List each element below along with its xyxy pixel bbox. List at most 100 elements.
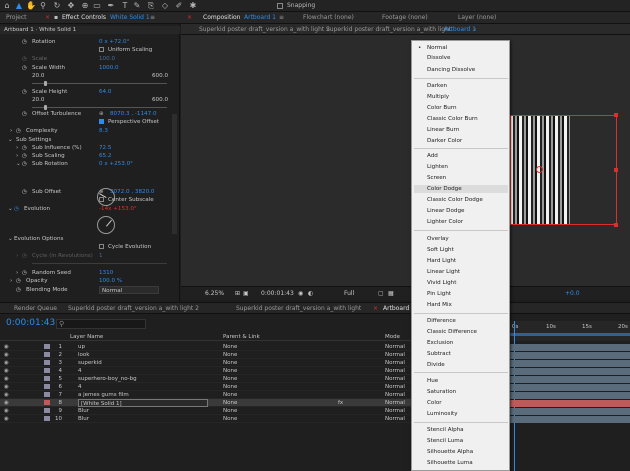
- exposure-value[interactable]: +0.0: [565, 290, 580, 297]
- parent-select[interactable]: None: [223, 391, 237, 399]
- parent-select[interactable]: None: [223, 415, 237, 423]
- menu-item-linear-dodge[interactable]: Linear Dodge: [427, 207, 464, 215]
- eraser-tool-icon[interactable]: ◇: [160, 1, 170, 11]
- comp-tab-1[interactable]: Superkid poster draft_version a_with lig…: [199, 26, 330, 33]
- layer-duration-bar[interactable]: [510, 360, 630, 367]
- parent-select[interactable]: None: [223, 407, 237, 415]
- menu-item-linear-burn[interactable]: Linear Burn: [427, 126, 459, 134]
- visibility-eye-icon[interactable]: ◉: [4, 375, 9, 383]
- crosshair-icon[interactable]: ⊕: [99, 188, 104, 196]
- safe-zone-icon[interactable]: ▣: [243, 290, 249, 297]
- menu-item-classic-color-burn[interactable]: Classic Color Burn: [427, 115, 478, 123]
- layer-name-edit[interactable]: [White Solid 1]: [78, 399, 208, 407]
- center-subscale-checkbox[interactable]: [99, 197, 104, 202]
- menu-item-lighter-color[interactable]: Lighter Color: [427, 218, 463, 226]
- menu-item-divide[interactable]: Divide: [427, 361, 445, 369]
- scale-width-slider-knob[interactable]: [44, 81, 47, 86]
- cycle-evolution-checkbox[interactable]: [99, 244, 104, 249]
- scrollbar[interactable]: [172, 114, 177, 234]
- visibility-eye-icon[interactable]: ◉: [4, 407, 9, 415]
- rotation-value[interactable]: 0 x +72.0°: [99, 38, 129, 46]
- col-mode[interactable]: Mode: [385, 333, 400, 341]
- parent-select[interactable]: None: [223, 383, 237, 391]
- visibility-eye-icon[interactable]: ◉: [4, 391, 9, 399]
- layer-duration-bar[interactable]: [510, 368, 630, 375]
- layer-name[interactable]: 4: [78, 383, 82, 391]
- menu-item-classic-difference[interactable]: Classic Difference: [427, 328, 477, 336]
- visibility-eye-icon[interactable]: ◉: [4, 415, 9, 423]
- collapse-arrow-icon[interactable]: ⌄: [8, 136, 13, 144]
- menu-item-silhouette-luma[interactable]: Silhouette Luma: [427, 459, 473, 467]
- resolution-select[interactable]: Full: [344, 290, 354, 297]
- col-parent[interactable]: Parent & Link: [223, 333, 260, 341]
- orbit-tool-icon[interactable]: ↻: [52, 1, 62, 11]
- offset-turbulence-value[interactable]: 8070.3 , -1147.0: [110, 110, 157, 118]
- layer-duration-bar[interactable]: [510, 352, 630, 359]
- layer-duration-bar[interactable]: [510, 376, 630, 383]
- menu-item-normal[interactable]: Normal: [418, 44, 447, 52]
- label-color-swatch[interactable]: [44, 400, 50, 405]
- pen-tool-icon[interactable]: ✒: [106, 1, 116, 11]
- expand-arrow-icon[interactable]: ›: [16, 144, 18, 152]
- menu-item-difference[interactable]: Difference: [427, 317, 456, 325]
- anchor-point-icon[interactable]: [536, 166, 543, 173]
- transform-handle[interactable]: [614, 168, 618, 172]
- label-color-swatch[interactable]: [44, 392, 50, 397]
- layer-name[interactable]: superkid: [78, 359, 102, 367]
- menu-item-dancing-dissolve[interactable]: Dancing Dissolve: [427, 66, 475, 74]
- evolution-dial[interactable]: [97, 216, 115, 234]
- menu-item-hard-mix[interactable]: Hard Mix: [427, 301, 452, 309]
- layer-duration-bar[interactable]: [510, 384, 630, 391]
- selection-tool-icon[interactable]: ▲: [14, 1, 24, 11]
- layer-duration-bar[interactable]: [510, 416, 630, 423]
- stopwatch-active-icon[interactable]: ◷: [14, 205, 19, 213]
- puppet-tool-icon[interactable]: ✱: [188, 1, 198, 11]
- camera-snapshot-icon[interactable]: ◉: [298, 290, 303, 297]
- layer-name[interactable]: Blur: [78, 415, 89, 423]
- camera-tool-icon[interactable]: ✥: [66, 1, 76, 11]
- comp-tab-2[interactable]: Superkid poster draft_version a_with lig…: [326, 26, 451, 33]
- blending-mode-select[interactable]: Normal: [99, 286, 159, 294]
- roto-brush-icon[interactable]: ✐: [174, 1, 184, 11]
- snapping-checkbox[interactable]: [277, 3, 283, 9]
- grid-icon[interactable]: ⊞: [235, 290, 240, 297]
- layer-duration-bar[interactable]: [510, 408, 630, 415]
- transform-handle[interactable]: [614, 113, 618, 117]
- stopwatch-icon[interactable]: ◷: [22, 152, 27, 160]
- menu-item-luminosity[interactable]: Luminosity: [427, 410, 458, 418]
- menu-item-darken[interactable]: Darken: [427, 82, 447, 90]
- layer-name[interactable]: Blur: [78, 407, 89, 415]
- show-channel-icon[interactable]: ◐: [308, 290, 313, 297]
- menu-item-hard-light[interactable]: Hard Light: [427, 257, 456, 265]
- layer-search-input[interactable]: ⚲: [56, 319, 146, 329]
- menu-item-color-burn[interactable]: Color Burn: [427, 104, 457, 112]
- home-icon[interactable]: ⌂: [2, 1, 12, 11]
- label-color-swatch[interactable]: [44, 344, 50, 349]
- label-color-swatch[interactable]: [44, 416, 50, 421]
- layer-name[interactable]: superhero-boy_no-bg: [78, 375, 137, 383]
- visibility-eye-icon[interactable]: ◉: [4, 343, 9, 351]
- parent-select[interactable]: None: [223, 399, 237, 407]
- close-icon[interactable]: ×: [187, 14, 192, 21]
- brush-tool-icon[interactable]: ✎: [132, 1, 142, 11]
- layer-name[interactable]: a jemes gums film: [78, 391, 129, 399]
- parent-select[interactable]: None: [223, 351, 237, 359]
- menu-item-subtract[interactable]: Subtract: [427, 350, 451, 358]
- menu-item-saturation[interactable]: Saturation: [427, 388, 456, 396]
- stopwatch-icon[interactable]: ◷: [16, 286, 21, 294]
- parent-select[interactable]: None: [223, 367, 237, 375]
- close-icon[interactable]: ×: [373, 305, 378, 312]
- work-area-bar[interactable]: [510, 333, 630, 336]
- menu-item-multiply[interactable]: Multiply: [427, 93, 449, 101]
- label-color-swatch[interactable]: [44, 352, 50, 357]
- stopwatch-icon[interactable]: ◷: [16, 277, 21, 285]
- tab-effect-controls[interactable]: Effect Controls: [62, 14, 106, 21]
- label-color-swatch[interactable]: [44, 408, 50, 413]
- stopwatch-icon[interactable]: ◷: [22, 269, 27, 277]
- comp-tab-active[interactable]: Artboard 1: [444, 26, 476, 33]
- visibility-eye-icon[interactable]: ◉: [4, 399, 9, 407]
- tab-flowchart[interactable]: Flowchart (none): [303, 14, 354, 21]
- timeline-tab-1[interactable]: Superkid poster draft_version a_with lig…: [68, 305, 199, 312]
- menu-item-add[interactable]: Add: [427, 152, 438, 160]
- stopwatch-icon[interactable]: ◷: [22, 38, 27, 46]
